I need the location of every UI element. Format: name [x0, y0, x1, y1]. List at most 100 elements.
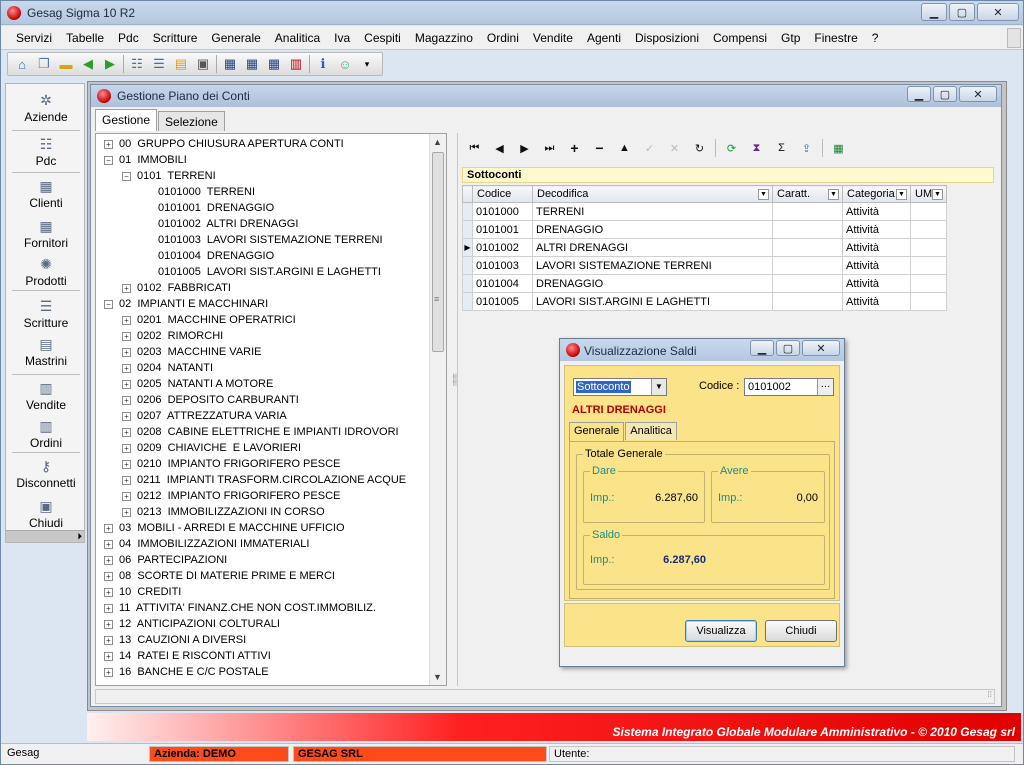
menu-cespiti[interactable]: Cespiti	[364, 31, 401, 45]
menu-tabelle[interactable]: Tabelle	[66, 31, 104, 45]
tree-node[interactable]: +12 ANTICIPAZIONI COLTURALI	[104, 616, 280, 632]
table-row[interactable]: 0101005 LAVORI SIST.ARGINI E LAGHETTI Atti…	[462, 292, 947, 311]
expand-icon[interactable]: +	[122, 363, 131, 373]
tab-gestione[interactable]: Gestione	[95, 109, 158, 131]
table-cell[interactable]	[772, 256, 843, 275]
calendar-week-icon[interactable]: ▦	[241, 54, 263, 74]
tree-node[interactable]: +14 RATEI E RISCONTI ATTIVI	[104, 648, 271, 664]
tree-node[interactable]: +06 PARTECIPAZIONI	[104, 552, 227, 568]
tree-node[interactable]: +0213 IMMOBILIZZAZIONI IN CORSO	[122, 504, 325, 520]
tree-node[interactable]: +0210 IMPIANTO FRIGORIFERO PESCE	[122, 456, 340, 472]
expand-icon[interactable]: +	[104, 539, 113, 549]
column-header-um[interactable]: UM ▼	[910, 185, 947, 203]
tree-node[interactable]: +00 GRUPPO CHIUSURA APERTURA CONTI	[104, 136, 344, 152]
table-cell[interactable]	[910, 238, 947, 257]
table-cell[interactable]	[910, 202, 947, 221]
table-cell[interactable]: Attività	[842, 220, 911, 239]
column-filter-icon[interactable]: ▼	[758, 189, 769, 200]
table-cell[interactable]	[772, 220, 843, 239]
info-icon[interactable]: ℹ	[312, 54, 334, 74]
table-row[interactable]: 0101001 DRENAGGIO Attività	[462, 220, 947, 239]
expand-icon[interactable]: +	[104, 603, 113, 613]
table-cell[interactable]: Attività	[842, 256, 911, 275]
sidebar-item-mastrini[interactable]: ▤ Mastrini	[6, 336, 86, 368]
tree-node[interactable]: +16 BANCHE E C/C POSTALE	[104, 664, 269, 680]
tree-node[interactable]: −0101 TERRENI	[122, 168, 216, 184]
sidebar-item-ordini[interactable]: ▥ Ordini	[6, 418, 86, 450]
folders-icon[interactable]: ▤	[170, 54, 192, 74]
minimize-button[interactable]: ▁	[921, 3, 947, 21]
table-row[interactable]: ▶ 0101002 ALTRI DRENAGGI Attività	[462, 238, 947, 257]
tree-node[interactable]: 0101004 DRENAGGIO	[158, 248, 274, 264]
table-cell[interactable]	[772, 238, 843, 257]
table-cell[interactable]	[772, 274, 843, 293]
tree-node[interactable]: +10 CREDITI	[104, 584, 181, 600]
visualizza-button[interactable]: Visualizza	[685, 620, 757, 642]
print-preview-icon[interactable]: ▣	[192, 54, 214, 74]
panel-splitter[interactable]: ⁞⁞⁞⁞⁞⁞⁞⁞⁞⁞	[449, 133, 460, 686]
tab-selezione[interactable]: Selezione	[158, 111, 225, 131]
tree-node[interactable]: −02 IMPIANTI E MACCHINARI	[104, 296, 268, 312]
table-row[interactable]: 0101000 TERRENI Attività	[462, 202, 947, 221]
expand-icon[interactable]: +	[122, 443, 131, 453]
menu-magazzino[interactable]: Magazzino	[415, 31, 473, 45]
menu-compensi[interactable]: Compensi	[713, 31, 767, 45]
table-cell[interactable]: 0101004	[472, 274, 533, 293]
menu--[interactable]: ?	[872, 31, 879, 45]
filter-icon[interactable]: ⧗	[744, 138, 769, 158]
sidebar-item-aziende[interactable]: ✲ Aziende	[6, 92, 86, 124]
table-cell[interactable]: LAVORI SIST.ARGINI E LAGHETTI	[532, 292, 773, 311]
table-cell[interactable]: Attività	[842, 202, 911, 221]
tree-node[interactable]: 0101000 TERRENI	[158, 184, 255, 200]
last-record-icon[interactable]: ⏭	[537, 138, 562, 158]
menu-agenti[interactable]: Agenti	[587, 31, 621, 45]
menu-servizi[interactable]: Servizi	[16, 31, 52, 45]
table-cell[interactable]: 0101000	[472, 202, 533, 221]
table-cell[interactable]: LAVORI SISTEMAZIONE TERRENI	[532, 256, 773, 275]
table-cell[interactable]	[910, 256, 947, 275]
dialog-minimize-button[interactable]: ▁	[750, 340, 774, 356]
table-cell[interactable]	[772, 202, 843, 221]
column-filter-icon[interactable]: ▼	[932, 189, 943, 200]
child-maximize-button[interactable]: ▢	[933, 86, 957, 102]
collapse-icon[interactable]: −	[104, 299, 113, 309]
refresh-icon[interactable]: ↻	[687, 138, 712, 158]
tree-node[interactable]: +0212 IMPIANTO FRIGORIFERO PESCE	[122, 488, 340, 504]
table-row[interactable]: 0101003 LAVORI SISTEMAZIONE TERRENI Attivi…	[462, 256, 947, 275]
column-header-codice[interactable]: Codice	[472, 185, 533, 203]
close-button[interactable]: ✕	[977, 3, 1019, 21]
expand-icon[interactable]: +	[122, 331, 131, 341]
tree-scrollbar[interactable]: ▲ ≡ ▼	[429, 134, 446, 685]
expand-icon[interactable]: +	[104, 619, 113, 629]
expand-icon[interactable]: +	[122, 491, 131, 501]
table-cell[interactable]: 0101001	[472, 220, 533, 239]
expand-icon[interactable]: +	[104, 555, 113, 565]
copy-icon[interactable]: ❐	[33, 54, 55, 74]
expand-icon[interactable]: +	[104, 667, 113, 677]
account-type-select[interactable]: Sottoconto ▼	[573, 378, 667, 396]
chevron-down-icon[interactable]: ▼	[651, 379, 666, 395]
collapse-icon[interactable]: −	[122, 171, 131, 181]
tree-node[interactable]: +0206 DEPOSITO CARBURANTI	[122, 392, 299, 408]
menu-disposizioni[interactable]: Disposizioni	[635, 31, 699, 45]
expand-icon[interactable]: +	[122, 347, 131, 357]
tree-scroll-thumb[interactable]	[432, 152, 444, 352]
expand-icon[interactable]: +	[122, 475, 131, 485]
table-cell[interactable]: 0101005	[472, 292, 533, 311]
tree-node[interactable]: −01 IMMOBILI	[104, 152, 187, 168]
prev-record-icon[interactable]: ◀	[487, 138, 512, 158]
column-header-caratt[interactable]: Caratt. ▼	[772, 185, 843, 203]
tab-analitica[interactable]: Analitica	[625, 422, 677, 440]
table-cell[interactable]: TERRENI	[532, 202, 773, 221]
sidebar-item-disconnetti[interactable]: ⚷ Disconnetti	[6, 458, 86, 490]
sidebar-item-prodotti[interactable]: ✺ Prodotti	[6, 256, 86, 288]
tree-node[interactable]: +0208 CABINE ELETTRICHE E IMPIANTI IDROV…	[122, 424, 399, 440]
expand-icon[interactable]: +	[104, 523, 113, 533]
tree-node[interactable]: +0211 IMPIANTI TRASFORM.CIRCOLAZIONE ACQ…	[122, 472, 406, 488]
table-cell[interactable]: DRENAGGIO	[532, 220, 773, 239]
table-cell[interactable]	[910, 220, 947, 239]
child-close-button[interactable]: ✕	[959, 86, 997, 102]
tree-node[interactable]: +0201 MACCHINE OPERATRICI	[122, 312, 296, 328]
tree-node[interactable]: +0204 NATANTI	[122, 360, 213, 376]
table-cell[interactable]	[910, 292, 947, 311]
